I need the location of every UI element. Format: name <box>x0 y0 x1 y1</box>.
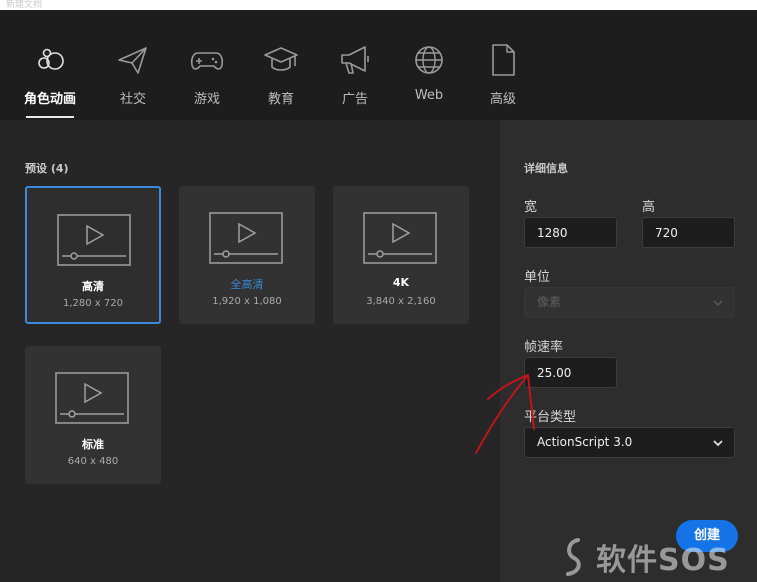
details-title: 详细信息 <box>524 162 568 175</box>
tab-label: 广告 <box>341 92 368 107</box>
tab-advertising[interactable]: 广告 <box>323 42 387 118</box>
preset-name: 标准 <box>82 438 104 451</box>
preset-dimensions: 3,840 x 2,160 <box>366 296 436 307</box>
width-label: 宽 <box>524 200 538 215</box>
tab-label: 角色动画 <box>23 92 76 107</box>
megaphone-icon <box>341 46 369 74</box>
tab-label: 社交 <box>119 92 146 107</box>
height-label: 高 <box>642 200 656 215</box>
preset-card-standard[interactable]: 标准 640 x 480 <box>25 346 161 484</box>
preset-card-4k[interactable]: 4K 3,840 x 2,160 <box>333 186 469 324</box>
video-thumbnail-icon <box>209 212 283 264</box>
tab-character-animation[interactable]: 角色动画 <box>18 42 82 118</box>
details-panel: 详细信息 宽 高 单位 像素 帧速率 平台类型 ActionScript 3.0 <box>500 120 757 582</box>
annotation-arrow-icon <box>475 374 535 454</box>
gamepad-icon <box>190 52 224 70</box>
width-input[interactable] <box>524 217 617 248</box>
tab-games[interactable]: 游戏 <box>175 42 239 118</box>
character-animation-icon <box>38 48 64 70</box>
preset-name: 4K <box>392 276 410 289</box>
chevron-down-icon <box>713 300 723 307</box>
unit-value: 像素 <box>537 295 562 309</box>
platform-value: ActionScript 3.0 <box>537 435 633 449</box>
tab-label: 教育 <box>267 92 294 107</box>
paper-plane-icon <box>118 47 147 74</box>
graduation-cap-icon <box>264 47 298 71</box>
preset-card-full-hd[interactable]: 全高清 1,920 x 1,080 <box>179 186 315 324</box>
preset-dimensions: 1,920 x 1,080 <box>212 296 282 307</box>
globe-icon <box>415 46 443 74</box>
new-document-dialog: 角色动画 社交 游戏 教育 广告 Web 高级 预设 (4) 高清 1,280 … <box>0 10 757 582</box>
preset-dimensions: 640 x 480 <box>67 456 119 467</box>
height-input[interactable] <box>642 217 735 248</box>
preset-dimensions: 1,280 x 720 <box>63 298 123 309</box>
video-thumbnail-icon <box>363 212 437 264</box>
chevron-down-icon <box>713 440 723 447</box>
window-title: 新建文档 <box>6 0 43 10</box>
unit-select[interactable]: 像素 <box>524 287 735 318</box>
watermark-text: 软件SOS <box>596 543 730 578</box>
tab-label: 游戏 <box>193 92 220 107</box>
video-thumbnail-icon <box>57 214 131 266</box>
tab-advanced[interactable]: 高级 <box>471 42 535 118</box>
tab-label: 高级 <box>489 92 516 107</box>
tab-web[interactable]: Web <box>397 42 461 118</box>
category-bar: 角色动画 社交 游戏 教育 广告 Web 高级 <box>0 10 757 120</box>
title-bar: 新建文档 <box>0 0 757 10</box>
platform-select[interactable]: ActionScript 3.0 <box>524 427 735 458</box>
fps-label: 帧速率 <box>524 340 564 355</box>
preset-card-hd[interactable]: 高清 1,280 x 720 <box>25 186 161 324</box>
tab-label: Web <box>414 88 444 103</box>
tab-social[interactable]: 社交 <box>101 42 165 118</box>
presets-title: 预设 (4) <box>25 162 69 175</box>
app-root: 新建文档 角色动画 社交 游戏 教育 广告 Web 高级 预设 (4) 高清 1… <box>0 0 757 582</box>
video-thumbnail-icon <box>55 372 129 424</box>
tab-education[interactable]: 教育 <box>249 42 313 118</box>
preset-name: 全高清 <box>230 278 264 291</box>
document-icon <box>492 44 515 76</box>
unit-label: 单位 <box>524 270 551 285</box>
preset-name: 高清 <box>82 280 104 293</box>
presets-panel: 预设 (4) 高清 1,280 x 720 全高清 1,920 x 1,080 … <box>0 120 500 582</box>
